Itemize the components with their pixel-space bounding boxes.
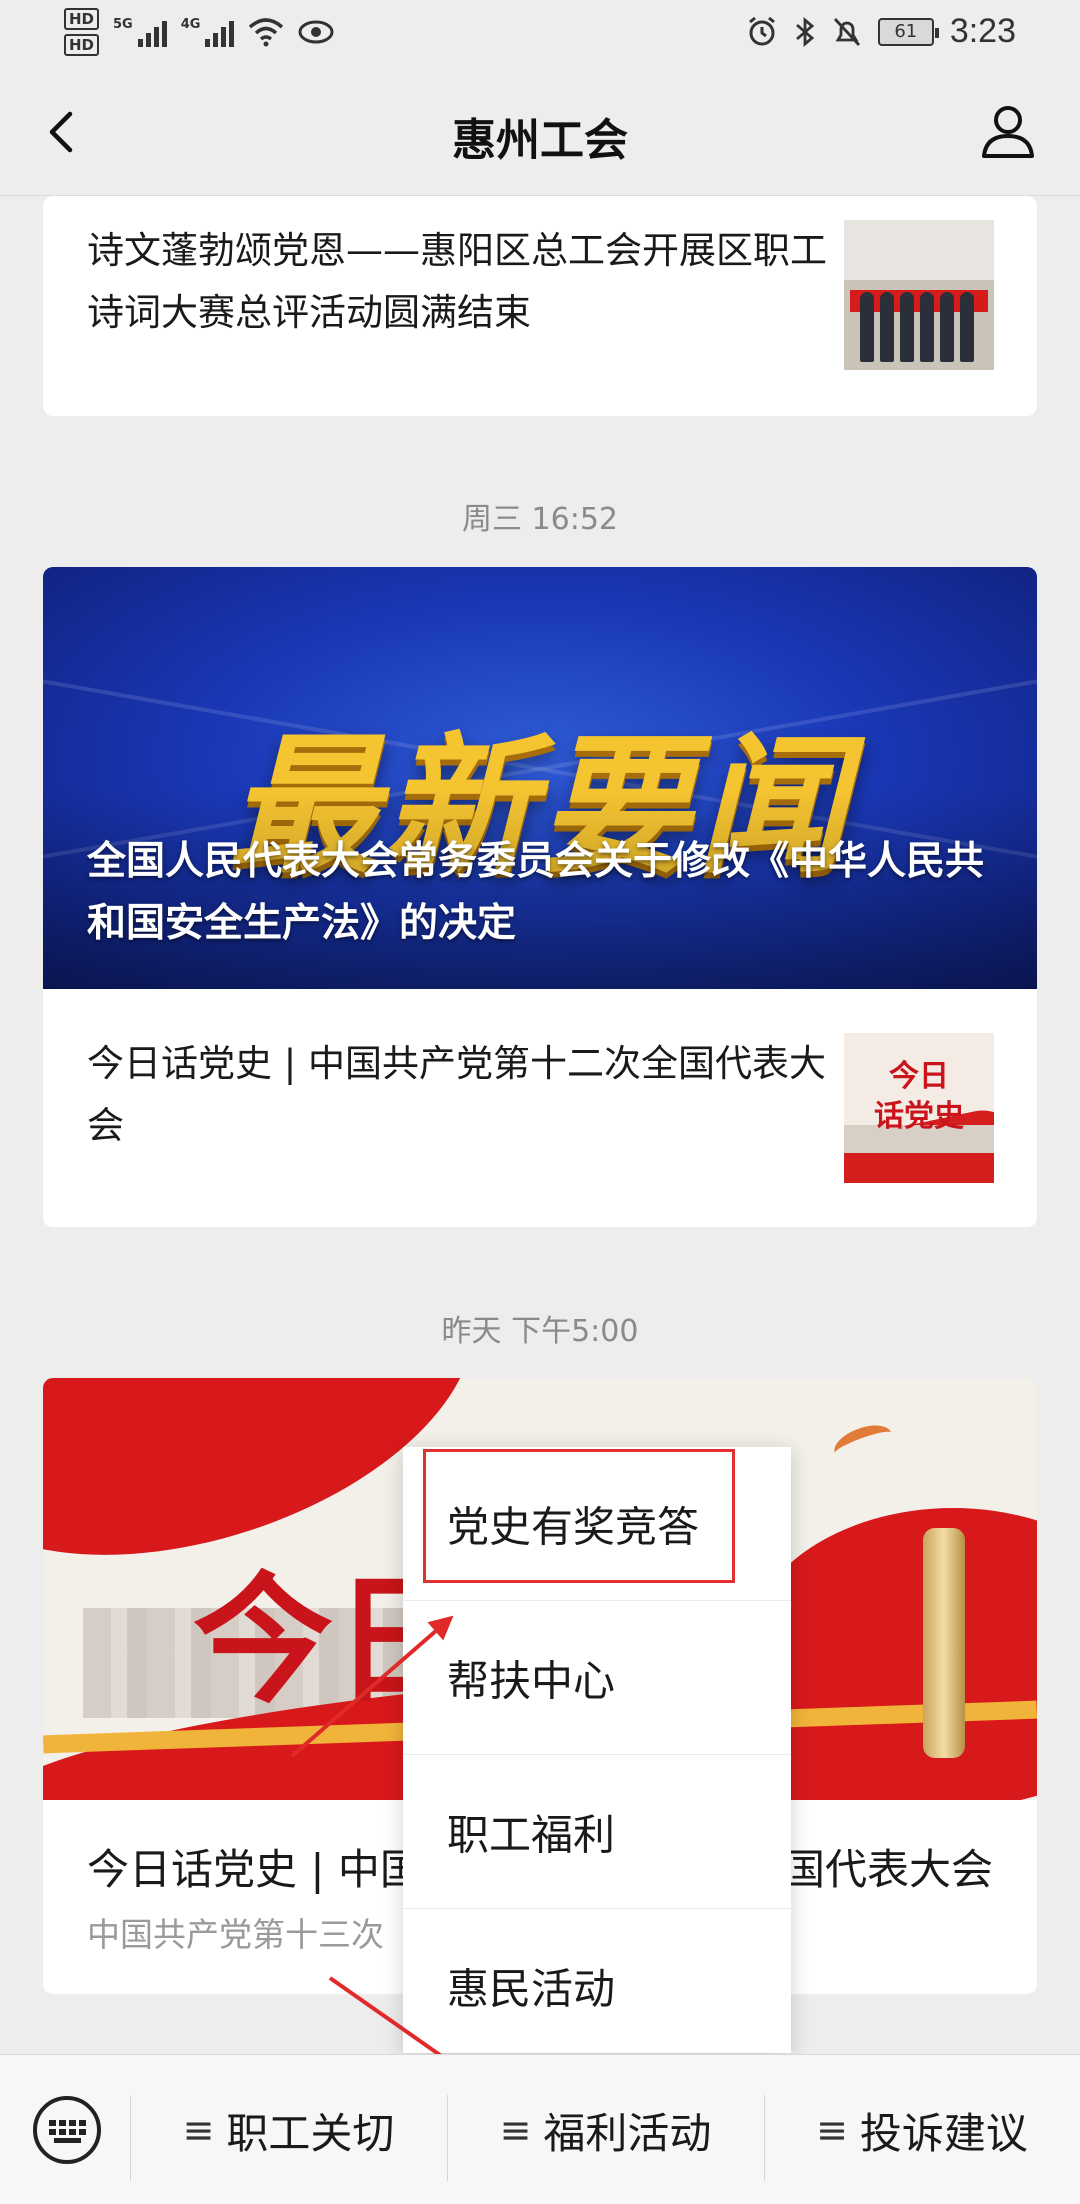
bird-shape [829, 1418, 897, 1468]
article-thumbnail[interactable] [844, 220, 994, 370]
message-card-2: 最新要闻 全国人民代表大会常务委员会关于修改《中华人民共和国安全生产法》的决定 … [43, 567, 1037, 1227]
menu-icon: ≡ [499, 2108, 532, 2152]
thumb-text: 话党史 [874, 1099, 964, 1134]
thumb-text: 今日 [889, 1059, 949, 1094]
signal-4g-icon: 4G [181, 17, 235, 47]
menu-item-party-quiz[interactable]: 党史有奖竞答 [403, 1447, 791, 1601]
tab-staff-concerns[interactable]: ≡ 职工关切 [130, 2055, 447, 2204]
article-title-tail[interactable]: 国代表大会 [783, 1836, 993, 1897]
wifi-icon [249, 18, 284, 47]
menu-item-label: 惠民活动 [447, 1964, 616, 2014]
article-summary: 中国共产党第十三次 [87, 1915, 384, 1954]
menu-item-label: 职工福利 [447, 1810, 616, 1859]
bottom-menu-bar: ≡ 职工关切 ≡ 福利活动 ≡ 投诉建议 [0, 2054, 1080, 2204]
submenu-popup: 党史有奖竞答 帮扶中心 职工福利 惠民活动 [403, 1447, 791, 2053]
hd2-badge: HD [64, 34, 100, 56]
alarm-icon [748, 16, 775, 45]
tab-label: 投诉建议 [859, 2108, 1028, 2158]
menu-icon: ≡ [182, 2108, 215, 2152]
hd1-badge: HD [64, 8, 100, 30]
article-title[interactable]: 今日话党史 | 中国共产党第十二次全国代表大会 [87, 1033, 847, 1157]
menu-item-public-activities[interactable]: 惠民活动 [403, 1909, 791, 2063]
eye-icon [298, 20, 334, 44]
article-title[interactable]: 诗文蓬勃颂党恩——惠阳区总工会开展区职工诗词大赛总评活动圆满结束 [87, 220, 847, 344]
article-thumbnail[interactable]: 今日 话党史 [844, 1033, 994, 1183]
hd-indicator: HD HD [64, 8, 100, 56]
article-title[interactable]: 今日话党史 | 中国 [87, 1836, 422, 1897]
message-card-1: 诗文蓬勃颂党恩——惠阳区总工会开展区职工诗词大赛总评活动圆满结束 [43, 196, 1037, 416]
net1-label: 5G [113, 17, 133, 32]
menu-item-label: 党史有奖竞答 [447, 1502, 700, 1551]
nav-bar: 惠州工会 [0, 70, 1080, 196]
menu-item-label: 帮扶中心 [447, 1656, 616, 1705]
cover-image[interactable]: 最新要闻 全国人民代表大会常务委员会关于修改《中华人民共和国安全生产法》的决定 [43, 567, 1037, 989]
keyboard-icon[interactable] [32, 2095, 102, 2165]
tab-label: 职工关切 [226, 2108, 395, 2158]
battery-icon: 61 [877, 17, 939, 46]
article-row[interactable]: 诗文蓬勃颂党恩——惠阳区总工会开展区职工诗词大赛总评活动圆满结束 [43, 196, 1037, 412]
tab-complaints-suggestions[interactable]: ≡ 投诉建议 [764, 2055, 1080, 2204]
pillar-shape [923, 1528, 965, 1758]
status-bar: HD HD 5G 4G 61 3:23 [0, 0, 1080, 70]
tab-label: 福利活动 [543, 2108, 712, 2158]
signal-5g-icon: 5G [113, 17, 167, 47]
mute-bell-icon [833, 17, 860, 46]
user-icon[interactable] [976, 98, 1040, 162]
bluetooth-icon [795, 16, 814, 47]
timestamp: 昨天 下午5:00 [441, 1314, 639, 1349]
net2-label: 4G [180, 17, 201, 32]
menu-item-staff-benefits[interactable]: 职工福利 [403, 1755, 791, 1909]
page-title: 惠州工会 [452, 115, 628, 166]
timestamp: 周三 16:52 [462, 502, 618, 537]
tab-welfare-activities[interactable]: ≡ 福利活动 [447, 2055, 764, 2204]
article-row[interactable]: 今日话党史 | 中国共产党第十二次全国代表大会 今日 话党史 [43, 989, 1037, 1225]
menu-icon: ≡ [816, 2108, 848, 2152]
cover-caption[interactable]: 全国人民代表大会常务委员会关于修改《中华人民共和国安全生产法》的决定 [87, 831, 1007, 955]
status-time: 3:23 [949, 12, 1016, 50]
